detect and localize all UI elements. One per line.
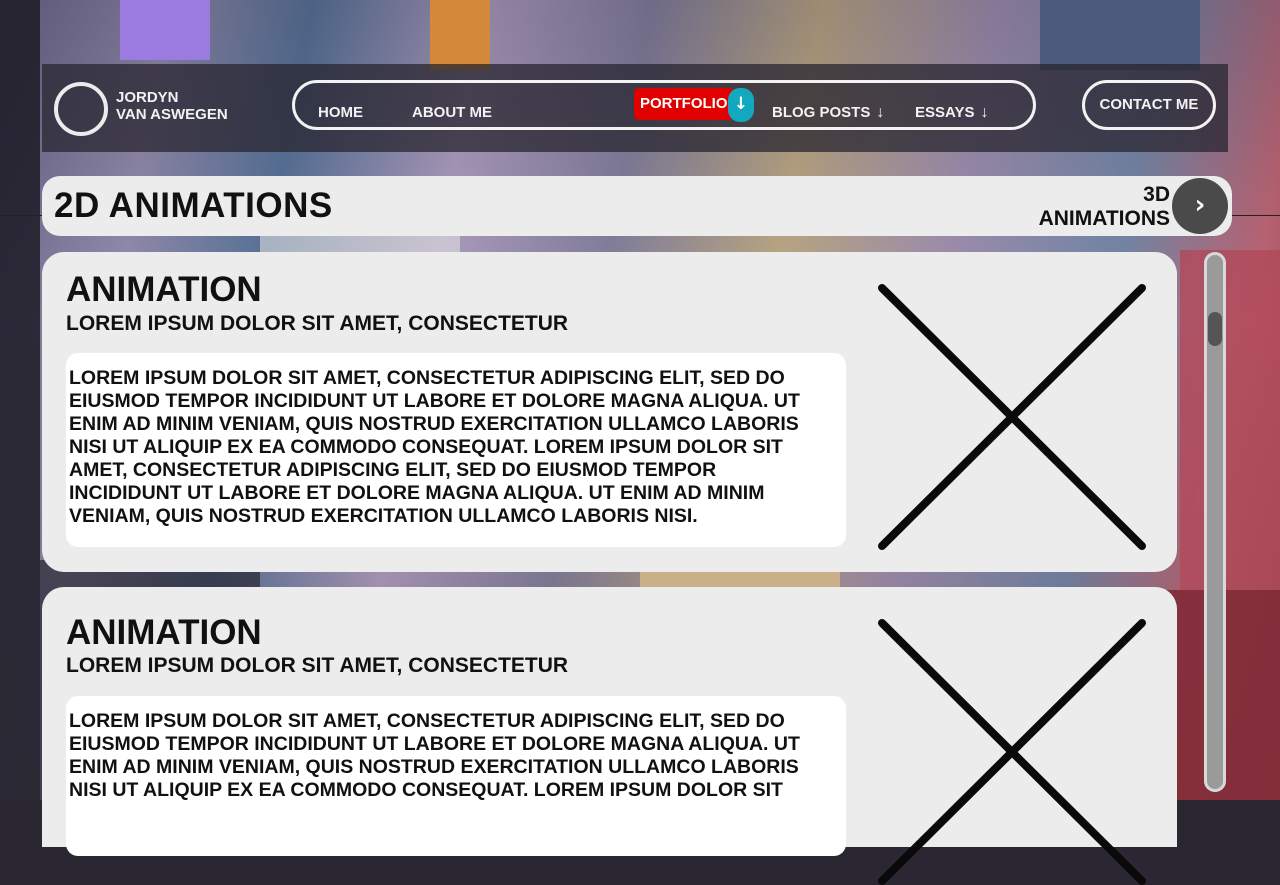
brand-name-line1: JORDYN: [116, 89, 179, 106]
animation-card: ANIMATION LOREM IPSUM DOLOR SIT AMET, CO…: [42, 587, 1177, 885]
scrollbar-thumb[interactable]: [1208, 312, 1222, 346]
card-description: LOREM IPSUM DOLOR SIT AMET, CONSECTETUR …: [66, 353, 846, 547]
next-section-button[interactable]: ›: [1172, 178, 1228, 234]
image-placeholder-icon: [878, 284, 1146, 550]
nav-home[interactable]: HOME: [318, 104, 363, 122]
portfolio-dropdown-arrow-icon[interactable]: ↓: [728, 88, 754, 122]
nav-contact-button[interactable]: CONTACT ME: [1082, 80, 1216, 130]
card-description-text: LOREM IPSUM DOLOR SIT AMET, CONSECTETUR …: [69, 710, 800, 801]
next-section-label-line1: 3D: [1143, 183, 1170, 206]
brand-name-line2: VAN ASWEGEN: [116, 106, 228, 123]
divider-left: [0, 215, 46, 216]
nav-blog-posts[interactable]: BLOG POSTS ↓: [772, 104, 884, 122]
card-description: LOREM IPSUM DOLOR SIT AMET, CONSECTETUR …: [66, 696, 846, 856]
card-title: ANIMATION: [66, 270, 262, 309]
card-subtitle: LOREM IPSUM DOLOR SIT AMET, CONSECTETUR: [66, 654, 569, 677]
nav-about[interactable]: ABOUT ME: [412, 104, 492, 122]
nav-essays-label: ESSAYS: [915, 104, 975, 121]
logo-circle-icon[interactable]: [54, 82, 108, 136]
nav-blog-label: BLOG POSTS: [772, 104, 871, 121]
section-header: 2D ANIMATIONS 3D ANIMATIONS ›: [42, 176, 1232, 236]
card-subtitle: LOREM IPSUM DOLOR SIT AMET, CONSECTETUR: [66, 312, 569, 335]
image-placeholder-icon: [878, 619, 1146, 885]
blog-dropdown-arrow-icon: ↓: [876, 104, 885, 121]
divider-right: [1228, 215, 1280, 216]
next-section-label[interactable]: 3D ANIMATIONS: [1039, 183, 1170, 231]
animation-card: ANIMATION LOREM IPSUM DOLOR SIT AMET, CO…: [42, 252, 1177, 572]
essays-dropdown-arrow-icon: ↓: [980, 104, 989, 121]
brand-name[interactable]: JORDYN VAN ASWEGEN: [116, 89, 228, 123]
card-description-text: LOREM IPSUM DOLOR SIT AMET, CONSECTETUR …: [69, 367, 800, 527]
nav-essays[interactable]: ESSAYS ↓: [915, 104, 988, 122]
top-navigation: JORDYN VAN ASWEGEN HOME ABOUT ME PORTFOL…: [42, 64, 1228, 152]
next-section-label-line2: ANIMATIONS: [1038, 207, 1170, 230]
nav-portfolio[interactable]: PORTFOLIO: [634, 88, 734, 120]
card-title: ANIMATION: [66, 613, 262, 652]
section-title: 2D ANIMATIONS: [54, 186, 333, 225]
chevron-right-icon: ›: [1194, 190, 1206, 220]
content-scrollbar[interactable]: [1204, 252, 1226, 792]
